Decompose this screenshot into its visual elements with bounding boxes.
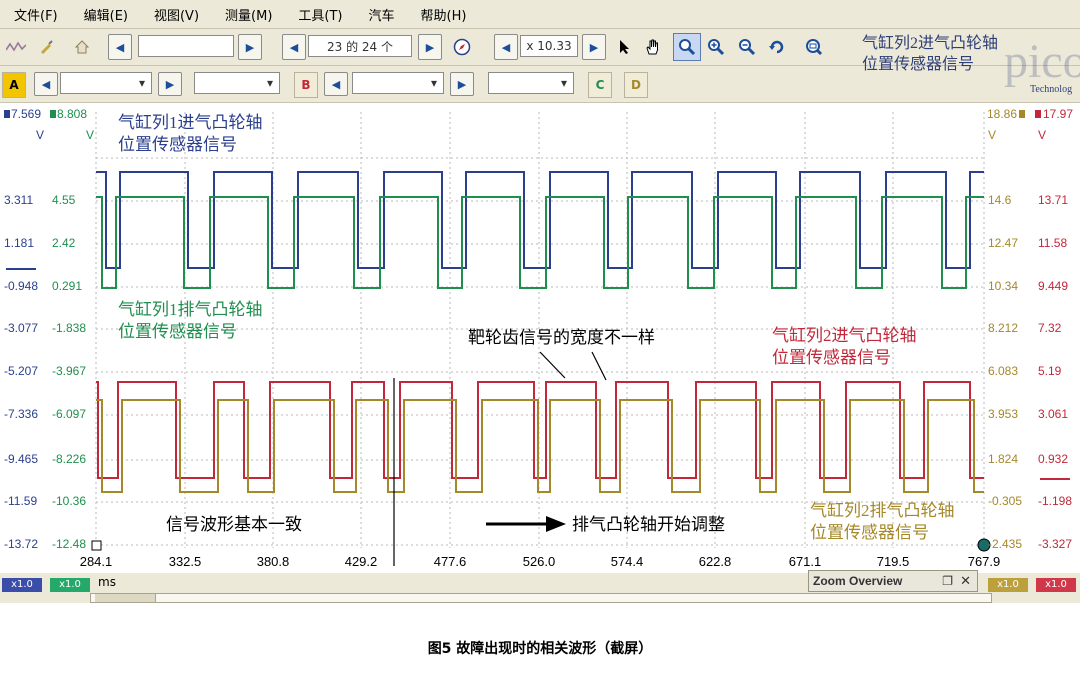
trace-bank1-exhaust	[96, 196, 984, 289]
x-unit: ms	[98, 575, 116, 589]
x-tick-label: 622.8	[698, 554, 732, 569]
axis-d-tick: 5.19	[1038, 364, 1062, 378]
axis-a-tick: -0.948	[4, 279, 39, 293]
label-same-shape: 信号波形基本一致	[166, 515, 302, 534]
figure-caption: 图5 故障出现时的相关波形（截屏）	[427, 641, 653, 657]
scale-badge-b[interactable]: x1.0	[50, 578, 90, 592]
label-bank1-exhaust: 气缸列1排气凸轮轴 位置传感器信号	[118, 300, 263, 341]
axis-d-unit: V	[1038, 128, 1047, 142]
x-tick-label: 574.4	[610, 554, 644, 569]
label-tooth-width: 靶轮齿信号的宽度不一样	[468, 328, 655, 347]
x-tick-label: 671.1	[788, 554, 822, 569]
axis-b-tick: 4.55	[52, 193, 76, 207]
axis-a-tick: -5.207	[4, 364, 39, 378]
x-tick-label: 719.5	[876, 554, 910, 569]
scale-badge-a[interactable]: x1.0	[2, 578, 42, 592]
axis-b-tick: -10.36	[52, 494, 87, 508]
axis-c-tick: -2.435	[988, 537, 1023, 551]
axis-c-tick: 6.083	[988, 364, 1019, 378]
axis-b-tick: 2.42	[52, 236, 76, 250]
axis-d-tick: 7.32	[1038, 321, 1062, 335]
axis-c-tick: 1.824	[988, 452, 1019, 466]
axis-b-tick: -8.226	[52, 452, 87, 466]
axis-d-top: 17.97	[1035, 107, 1073, 121]
label-bank1-intake: 气缸列1进气凸轮轴 位置传感器信号	[118, 113, 263, 154]
axis-a-tick: -3.077	[4, 321, 39, 335]
x-tick-label: 526.0	[522, 554, 556, 569]
axis-c-tick: -0.305	[988, 494, 1023, 508]
axis-a-tick: 1.181	[4, 236, 35, 250]
axis-d-tick: 13.71	[1038, 193, 1069, 207]
axis-c-unit: V	[988, 128, 997, 142]
x-tick-label: 477.6	[433, 554, 467, 569]
axis-a-tick: -13.72	[4, 537, 39, 551]
axis-d-tick: 0.932	[1038, 452, 1069, 466]
axis-a-tick: -11.59	[4, 494, 38, 508]
axis-b-tick: -6.097	[52, 407, 87, 421]
axis-b-tick: 0.291	[52, 279, 83, 293]
axis-c-tick: 8.212	[988, 321, 1019, 335]
axis-c-tick: 10.34	[988, 279, 1019, 293]
axis-c-tick: 3.953	[988, 407, 1019, 421]
axis-a-unit: V	[36, 128, 45, 142]
axis-a-tick: -9.465	[4, 452, 39, 466]
x-tick-label: 380.8	[256, 554, 290, 569]
axis-a-top: 7.569	[4, 107, 41, 121]
axis-d-tick: 9.449	[1038, 279, 1069, 293]
scale-badge-d[interactable]: x1.0	[1036, 578, 1076, 592]
zero-marker	[6, 268, 36, 270]
restore-icon[interactable]: ❐	[942, 574, 953, 588]
horizontal-scrollbar[interactable]	[90, 593, 992, 603]
axis-b-unit: V	[86, 128, 95, 142]
trigger-marker-left	[91, 540, 102, 551]
axis-b-top: 8.808	[50, 107, 87, 121]
axis-d-tick: -1.198	[1038, 494, 1073, 508]
zero-marker	[1040, 478, 1070, 480]
axis-b-tick: -3.967	[52, 364, 87, 378]
axis-d-tick: 3.061	[1038, 407, 1069, 421]
label-bank2-intake: 气缸列2进气凸轮轴 位置传感器信号	[772, 326, 917, 367]
label-adjust-start: 排气凸轮轴开始调整	[572, 515, 725, 534]
axis-c-tick: 14.6	[988, 193, 1012, 207]
axis-b-tick: -12.48	[52, 537, 87, 551]
axis-d-tick: -3.327	[1038, 537, 1073, 551]
trace-bank1-intake	[96, 171, 984, 269]
axis-d-tick: 11.58	[1038, 236, 1068, 250]
axis-c-top: 18.86	[987, 107, 1026, 121]
axis-c-tick: 12.47	[988, 236, 1019, 250]
x-tick-label: 284.1	[79, 554, 113, 569]
axis-b-tick: -1.838	[52, 321, 87, 335]
x-tick-label: 332.5	[168, 554, 202, 569]
axis-a-tick: 3.311	[4, 193, 34, 207]
scale-badge-c[interactable]: x1.0	[988, 578, 1028, 592]
zoom-overview-panel[interactable]: Zoom Overview ❐ ✕	[808, 570, 978, 592]
label-bank2-exhaust: 气缸列2排气凸轮轴 位置传感器信号	[810, 501, 955, 542]
x-tick-label: 429.2	[344, 554, 378, 569]
close-icon[interactable]: ✕	[960, 574, 971, 589]
scrollbar-thumb[interactable]	[95, 594, 156, 602]
x-tick-label: 767.9	[967, 554, 1001, 569]
axis-a-tick: -7.336	[4, 407, 39, 421]
zoom-overview-title: Zoom Overview	[813, 574, 903, 588]
